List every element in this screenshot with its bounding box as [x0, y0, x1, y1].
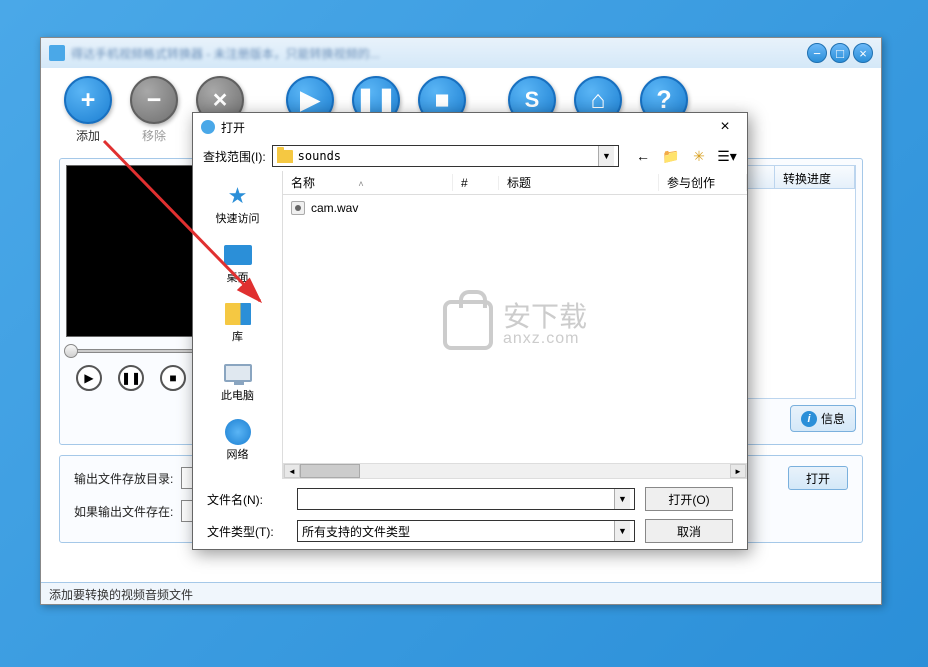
lookin-label: 查找范围(I):	[203, 148, 266, 165]
desktop-icon	[224, 245, 252, 265]
chevron-down-icon: ▼	[614, 521, 630, 541]
bag-icon	[443, 300, 493, 350]
dialog-titlebar: 打开 ×	[193, 113, 747, 141]
remove-button[interactable]: − 移除	[125, 76, 183, 144]
main-titlebar: 得达手机视频格式转换器 - 未注册版本，只能转换视频的... − □ ×	[41, 38, 881, 68]
dialog-toolbar: 查找范围(I): sounds ▼ ← 📁 ✳ ☰▾	[193, 141, 747, 171]
sidebar-quick-access[interactable]: ★ 快速访问	[193, 177, 282, 236]
star-icon: ★	[222, 182, 254, 210]
up-folder-button[interactable]: 📁	[661, 146, 681, 166]
if-exists-label: 如果输出文件存在:	[74, 503, 173, 520]
col-title[interactable]: 标题	[499, 174, 659, 191]
window-title: 得达手机视频格式转换器 - 未注册版本，只能转换视频的...	[71, 45, 807, 62]
file-open-dialog: 打开 × 查找范围(I): sounds ▼ ← 📁 ✳ ☰▾ ★ 快速访问 桌…	[192, 112, 748, 550]
chevron-down-icon: ▼	[598, 146, 614, 166]
close-button[interactable]: ×	[853, 43, 873, 63]
info-button[interactable]: i 信息	[790, 405, 856, 432]
dialog-title: 打开	[221, 119, 711, 136]
dialog-close-button[interactable]: ×	[711, 118, 739, 136]
lookin-value: sounds	[298, 149, 593, 163]
horizontal-scrollbar[interactable]: ◄ ►	[283, 463, 747, 479]
sidebar-library[interactable]: 库	[193, 295, 282, 354]
home-icon: ⌂	[590, 86, 605, 115]
views-button[interactable]: ☰▾	[717, 146, 737, 166]
dialog-icon	[201, 120, 215, 134]
filename-input[interactable]: ▼	[297, 488, 635, 510]
dialog-open-button[interactable]: 打开(O)	[645, 487, 733, 511]
s-icon: S	[525, 87, 540, 113]
scroll-right-icon[interactable]: ►	[730, 464, 746, 478]
preview-pause-button[interactable]: ❚❚	[118, 365, 144, 391]
col-contributing[interactable]: 参与创作	[659, 174, 747, 191]
plus-icon: +	[81, 86, 96, 115]
maximize-button[interactable]: □	[830, 43, 850, 63]
col-progress: 转换进度	[775, 166, 855, 188]
globe-icon	[225, 419, 251, 445]
preview-play-button[interactable]: ▶	[76, 365, 102, 391]
new-folder-button[interactable]: ✳	[689, 146, 709, 166]
x-icon: ×	[213, 86, 228, 115]
dialog-footer: 文件名(N): ▼ 打开(O) 文件类型(T): 所有支持的文件类型 ▼ 取消	[193, 479, 747, 559]
file-name: cam.wav	[311, 201, 358, 215]
question-icon: ?	[656, 86, 671, 115]
watermark: 安下载 anxz.com	[443, 300, 587, 350]
info-icon: i	[801, 411, 817, 427]
col-number[interactable]: #	[453, 176, 499, 190]
file-list-header: 名称 ˄ # 标题 参与创作	[283, 171, 747, 195]
chevron-down-icon: ▼	[614, 489, 630, 509]
minus-icon: −	[147, 86, 162, 115]
app-icon	[49, 45, 65, 61]
dialog-body: ★ 快速访问 桌面 库 此电脑 网络 名称 ˄ #	[193, 171, 747, 479]
sidebar-desktop[interactable]: 桌面	[193, 236, 282, 295]
dialog-cancel-button[interactable]: 取消	[645, 519, 733, 543]
stop-icon: ■	[434, 86, 449, 115]
output-dir-label: 输出文件存放目录:	[74, 470, 173, 487]
dialog-file-list: 名称 ˄ # 标题 参与创作 cam.wav 安下载 anxz.com ◄	[283, 171, 747, 479]
filetype-label: 文件类型(T):	[207, 523, 287, 540]
folder-icon	[277, 150, 293, 163]
sidebar-network[interactable]: 网络	[193, 413, 282, 472]
scroll-thumb[interactable]	[300, 464, 360, 478]
filetype-combo[interactable]: 所有支持的文件类型 ▼	[297, 520, 635, 542]
filename-label: 文件名(N):	[207, 491, 287, 508]
add-button[interactable]: + 添加	[59, 76, 117, 144]
file-row[interactable]: cam.wav	[291, 199, 739, 217]
audio-file-icon	[291, 201, 305, 215]
lookin-combo[interactable]: sounds ▼	[272, 145, 619, 167]
file-list-rows[interactable]: cam.wav	[283, 195, 747, 221]
sidebar-this-pc[interactable]: 此电脑	[193, 354, 282, 413]
open-output-button[interactable]: 打开	[788, 466, 848, 490]
pause-icon: ❚❚	[355, 85, 397, 115]
scroll-left-icon[interactable]: ◄	[284, 464, 300, 478]
pc-icon	[224, 364, 252, 382]
statusbar: 添加要转换的视频音频文件	[41, 582, 881, 604]
dialog-sidebar: ★ 快速访问 桌面 库 此电脑 网络	[193, 171, 283, 479]
minimize-button[interactable]: −	[807, 43, 827, 63]
play-icon: ▶	[300, 85, 319, 115]
preview-stop-button[interactable]: ■	[160, 365, 186, 391]
back-button[interactable]: ←	[633, 146, 653, 166]
library-icon	[225, 303, 251, 325]
col-name[interactable]: 名称 ˄	[283, 174, 453, 191]
window-controls: − □ ×	[807, 43, 873, 63]
